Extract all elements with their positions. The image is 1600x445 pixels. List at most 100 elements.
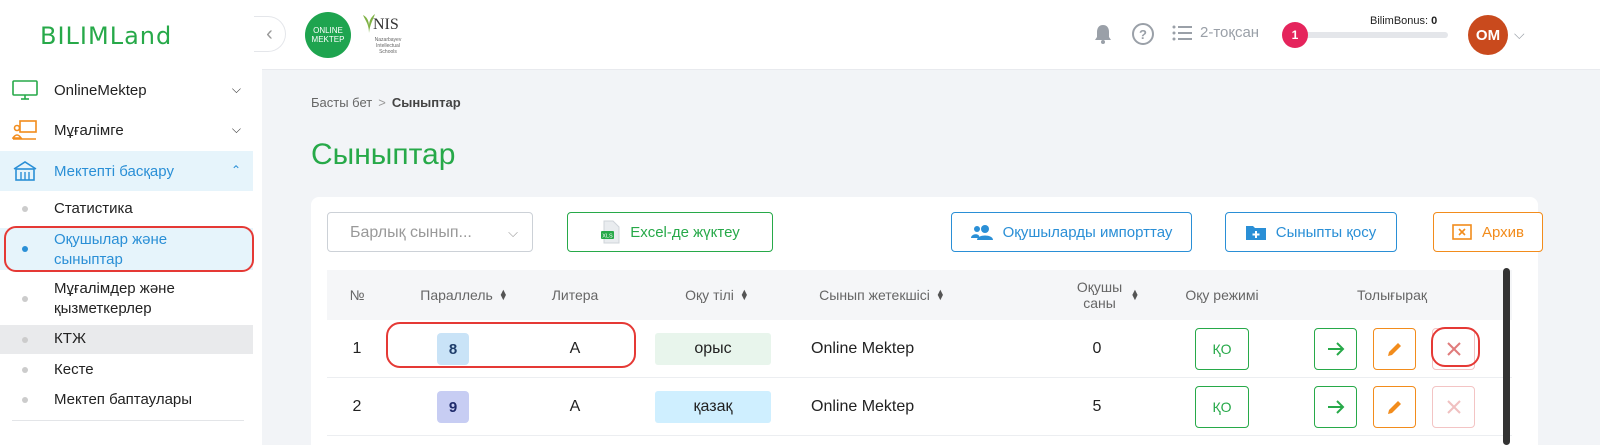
classes-card: Барлық сынып... ⌵ XLS Excel-де жүктеу Оқ… <box>311 197 1543 445</box>
sidebar-item-label: OnlineMektep <box>54 81 147 99</box>
sort-icon: ▲ ▼ <box>1130 287 1140 302</box>
chevron-right-icon: > <box>378 95 386 110</box>
sidebar-item-onlinemektep[interactable]: OnlineMektep ⌵ <box>0 70 253 110</box>
onlinemektep-logo[interactable]: ONLINE MEKTEP <box>305 12 351 58</box>
parallel-badge: 9 <box>437 391 469 423</box>
row-number: 2 <box>352 398 362 415</box>
quarter-label: 2-тоқсан <box>1200 24 1260 41</box>
header-label: Параллель <box>420 287 493 303</box>
open-class-button[interactable] <box>1314 386 1357 428</box>
student-count-cell: 5 <box>1092 398 1102 415</box>
sidebar-subitem-ktzh[interactable]: КТЖ <box>0 325 253 354</box>
table-row: 2 9 А қазақ Online Mektep 5 ҚО <box>327 378 1512 436</box>
sidebar-subitem-label: Кесте <box>54 361 94 378</box>
sidebar-subitem-school-settings[interactable]: Мектеп баптаулары <box>0 386 253 414</box>
bilimland-logo[interactable]: BILIMLand <box>40 22 172 50</box>
bullet-icon <box>22 296 28 302</box>
sidebar-subitem-label: Мектеп баптаулары <box>54 391 193 408</box>
arrow-right-icon <box>1327 400 1344 414</box>
quarter-selector[interactable]: 2-тоқсан <box>1172 24 1259 41</box>
archive-label: Архив <box>1481 223 1525 241</box>
open-class-button[interactable] <box>1314 328 1357 370</box>
help-icon[interactable]: ? <box>1132 23 1154 45</box>
bullet-icon <box>22 397 28 403</box>
sidebar-subitem-label: Мұғалімдер және қызметкерлер <box>54 280 175 317</box>
study-mode-button[interactable]: ҚО <box>1195 328 1249 370</box>
monitor-icon <box>12 80 38 100</box>
sidebar-item-label: Мектепті басқару <box>54 162 174 180</box>
bilimbonus-progress-bar <box>1302 32 1448 38</box>
sidebar-subitem-label: КТЖ <box>54 330 86 347</box>
pencil-icon <box>1387 343 1401 356</box>
user-avatar[interactable]: OM <box>1468 15 1508 55</box>
sort-icon: ▲ ▼ <box>498 287 508 302</box>
sidebar-subitem-label: Статистика <box>54 200 133 217</box>
sidebar-item-teacher[interactable]: Мұғалімге ⌵ <box>0 110 253 150</box>
import-students-label: Оқушыларды импорттау <box>1002 223 1173 241</box>
chevron-down-icon[interactable]: ⌵ <box>1514 26 1525 43</box>
close-icon <box>1446 400 1461 414</box>
sort-icon: ▲ ▼ <box>739 287 749 302</box>
bullet-icon <box>22 206 28 212</box>
student-count-cell: 0 <box>1092 340 1102 357</box>
import-students-button[interactable]: Оқушыларды импорттау <box>951 212 1192 252</box>
highlight-annotation-row <box>386 322 636 368</box>
excel-download-button[interactable]: XLS Excel-де жүктеу <box>567 212 773 252</box>
bilimbonus-label: BilimBonus: 0 <box>1370 15 1437 27</box>
archive-icon <box>1452 224 1472 240</box>
chevron-up-icon: ⌃ <box>230 163 241 177</box>
sidebar-item-label: Мұғалімге <box>54 121 124 139</box>
study-mode-button[interactable]: ҚО <box>1195 386 1249 428</box>
delete-class-button[interactable] <box>1432 386 1475 428</box>
column-header-student-count[interactable]: Оқушы саны ▲ ▼ <box>1057 270 1157 320</box>
sort-icon: ▲ ▼ <box>935 287 945 302</box>
bell-icon[interactable] <box>1094 24 1112 44</box>
table-scrollbar[interactable] <box>1503 268 1510 445</box>
bonus-label-text: BilimBonus: <box>1370 15 1429 27</box>
header-label: Оқушы саны <box>1076 279 1123 311</box>
edit-class-button[interactable] <box>1373 386 1416 428</box>
highlight-annotation-delete <box>1431 327 1480 367</box>
edit-class-button[interactable] <box>1373 328 1416 370</box>
add-class-button[interactable]: Сыныпты қосу <box>1225 212 1397 252</box>
column-header-details: Толығырақ <box>1337 270 1447 320</box>
language-badge: қазақ <box>655 391 771 423</box>
column-header-parallel[interactable]: Параллель ▲ ▼ <box>409 270 519 320</box>
pencil-icon <box>1387 401 1401 414</box>
chevron-down-icon: ⌵ <box>508 225 518 240</box>
breadcrumb-home-link[interactable]: Басты бет <box>311 95 372 110</box>
breadcrumb: Басты бет > Сыныптар <box>311 95 461 110</box>
nis-logo[interactable]: NIS Nazarbayev Intellectual Schools <box>362 10 402 60</box>
nis-logo-text: NIS <box>373 16 399 33</box>
highlight-annotation-sidebar <box>4 226 254 272</box>
header-label: Оқу режимі <box>1185 287 1259 303</box>
class-filter-select[interactable]: Барлық сынып... ⌵ <box>327 212 533 252</box>
teacher-board-icon <box>12 120 37 140</box>
top-header: ONLINE MEKTEP NIS Nazarbayev Intellectua… <box>262 0 1600 70</box>
logo-text-line: MEKTEP <box>311 35 345 44</box>
header-label: Сынып жетекшісі <box>819 287 930 303</box>
header-label: Оқу тілі <box>685 287 734 303</box>
sidebar-subitem-schedule[interactable]: Кесте <box>0 356 253 384</box>
sidebar-subitem-teachers-staff[interactable]: Мұғалімдер және қызметкерлер <box>0 278 253 320</box>
svg-text:XLS: XLS <box>603 234 614 240</box>
chevron-down-icon: ⌵ <box>231 82 241 96</box>
chevron-down-icon: ⌵ <box>231 122 241 136</box>
column-header-language[interactable]: Оқу тілі ▲ ▼ <box>667 270 767 320</box>
bonus-count-badge: 1 <box>1282 22 1308 48</box>
archive-button[interactable]: Архив <box>1433 212 1543 252</box>
sidebar-item-school-management[interactable]: Мектепті басқару ⌃ <box>0 151 253 191</box>
folder-add-icon <box>1245 226 1266 240</box>
sidebar-divider <box>12 420 244 421</box>
add-class-label: Сыныпты қосу <box>1275 223 1377 241</box>
column-header-class-teacher[interactable]: Сынып жетекшісі ▲ ▼ <box>807 270 957 320</box>
filter-placeholder: Барлық сынып... <box>350 224 472 241</box>
nis-logo-subtext: Nazarbayev Intellectual Schools <box>374 37 402 55</box>
column-header-litera: Литера <box>545 270 605 320</box>
page-title: Сыныптар <box>311 138 456 171</box>
sidebar-subitem-statistics[interactable]: Статистика <box>0 196 253 222</box>
class-teacher-cell: Online Mektep <box>811 398 915 415</box>
table-header: № Параллель ▲ ▼ Литера Оқу тілі ▲ ▼ Сынып же… <box>327 270 1512 320</box>
excel-download-label: Excel-де жүктеу <box>630 223 740 241</box>
list-icon <box>1172 25 1192 40</box>
